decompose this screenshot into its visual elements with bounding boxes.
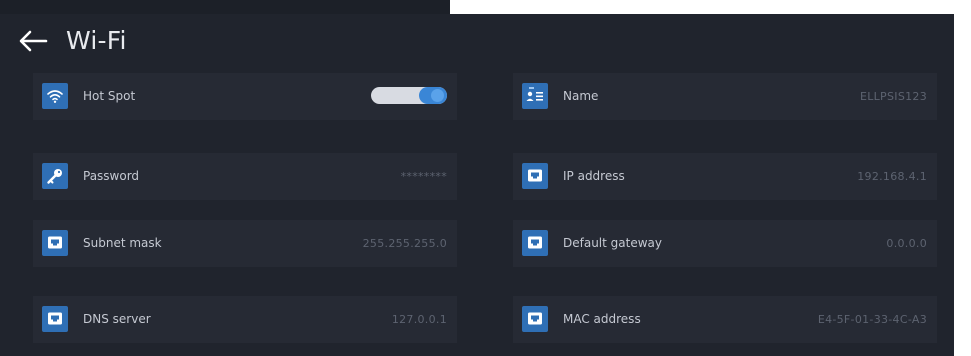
setting-label: Default gateway (563, 236, 662, 250)
back-button[interactable] (18, 28, 48, 54)
setting-label: IP address (563, 169, 625, 183)
header: Wi-Fi (0, 14, 954, 66)
network-port-icon (522, 306, 548, 332)
hotspot-toggle[interactable] (371, 87, 447, 104)
top-strip (0, 0, 450, 14)
wifi-icon (42, 83, 68, 109)
setting-label: DNS server (83, 312, 151, 326)
setting-value: E4-5F-01-33-4C-A3 (817, 313, 927, 326)
setting-value: 0.0.0.0 (886, 237, 927, 250)
setting-password[interactable]: Password ******** (33, 153, 457, 200)
wifi-settings-screen: Wi-Fi Hot Spot Name ELLPSIS123 Password … (0, 14, 954, 356)
setting-label: Subnet mask (83, 236, 162, 250)
setting-dns-server[interactable]: DNS server 127.0.0.1 (33, 296, 457, 343)
network-port-icon (522, 230, 548, 256)
setting-label: Password (83, 169, 140, 183)
toggle-knob (431, 89, 444, 102)
page-title: Wi-Fi (66, 26, 127, 55)
setting-label: Hot Spot (83, 89, 136, 103)
network-port-icon (42, 306, 68, 332)
setting-label: MAC address (563, 312, 641, 326)
setting-label: Name (563, 89, 599, 103)
setting-name[interactable]: Name ELLPSIS123 (513, 73, 937, 120)
network-port-icon (522, 163, 548, 189)
setting-ip-address[interactable]: IP address 192.168.4.1 (513, 153, 937, 200)
id-card-icon (522, 83, 548, 109)
setting-value: ******** (400, 170, 447, 183)
setting-default-gateway[interactable]: Default gateway 0.0.0.0 (513, 220, 937, 267)
setting-value: 127.0.0.1 (391, 313, 447, 326)
network-port-icon (42, 230, 68, 256)
setting-subnet-mask[interactable]: Subnet mask 255.255.255.0 (33, 220, 457, 267)
key-icon (42, 163, 68, 189)
setting-value: ELLPSIS123 (859, 90, 927, 103)
setting-mac-address[interactable]: MAC address E4-5F-01-33-4C-A3 (513, 296, 937, 343)
arrow-left-icon (19, 30, 48, 52)
setting-value: 192.168.4.1 (857, 170, 927, 183)
setting-hotspot[interactable]: Hot Spot (33, 73, 457, 120)
setting-value: 255.255.255.0 (362, 237, 447, 250)
